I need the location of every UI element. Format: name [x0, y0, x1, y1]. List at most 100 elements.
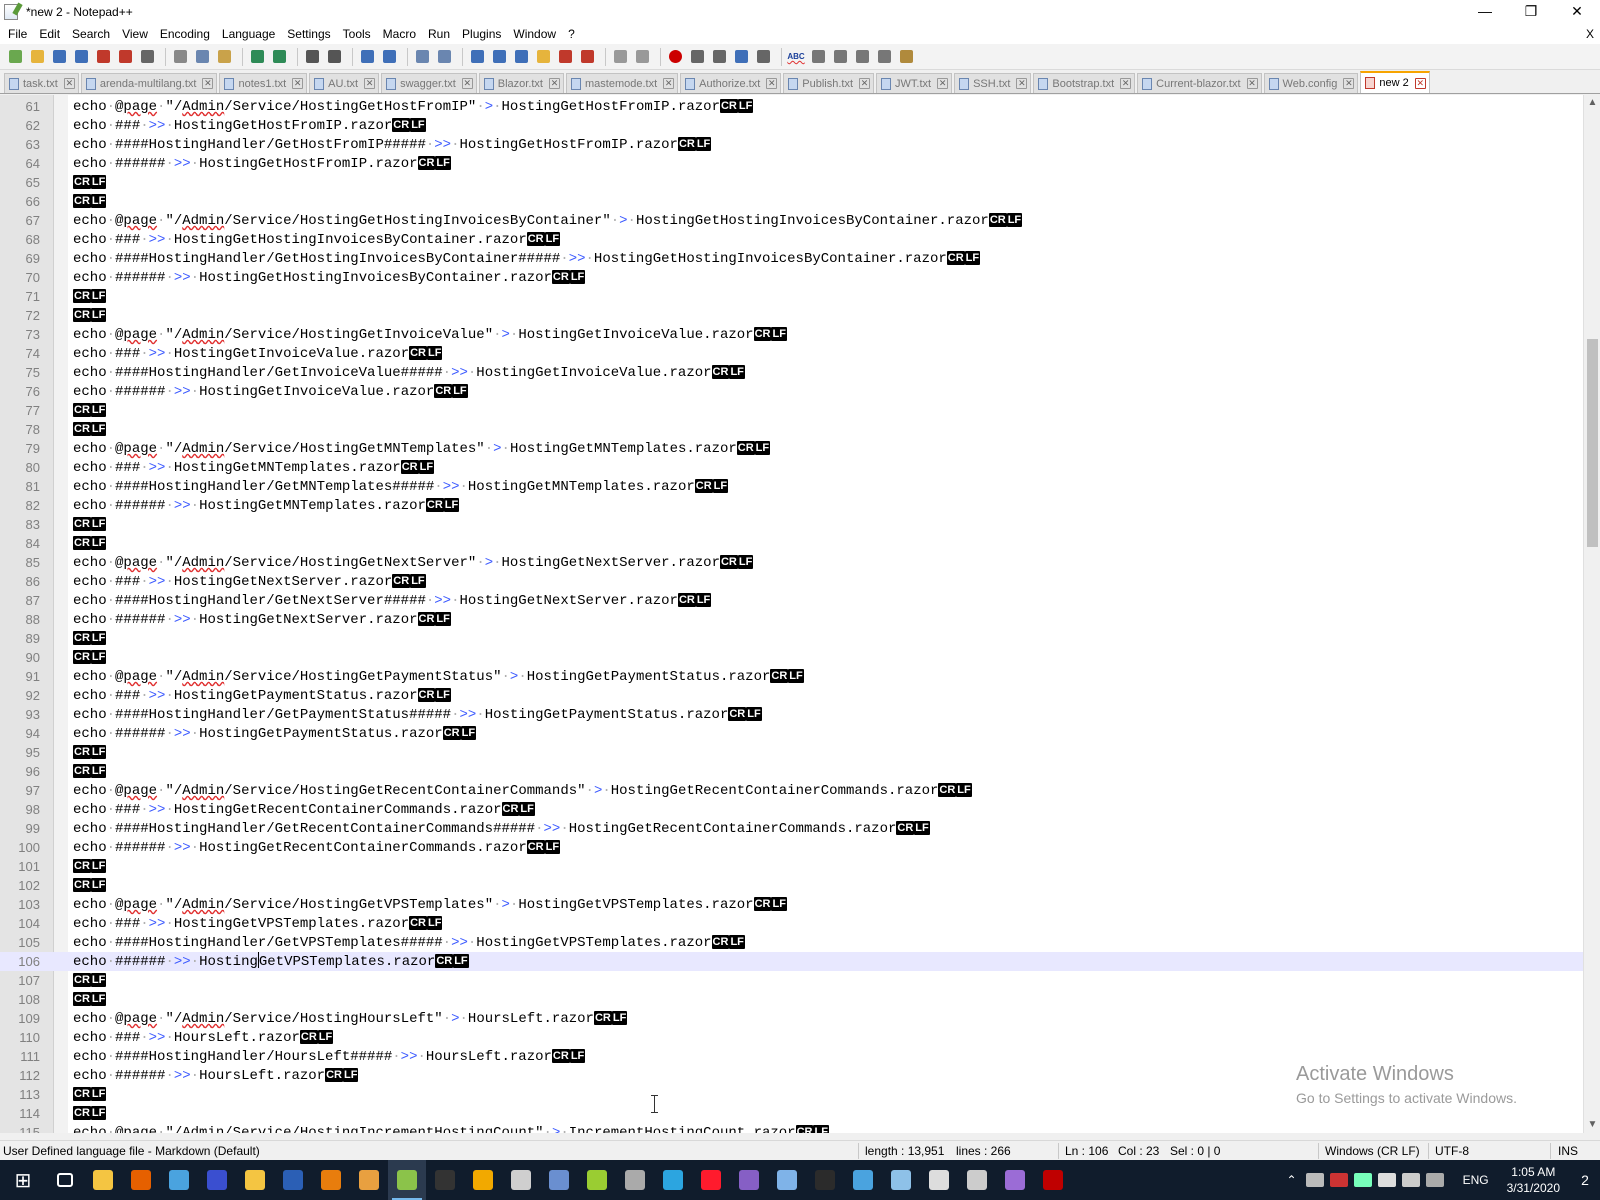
- menu-file[interactable]: File: [2, 24, 33, 44]
- monitoring-icon[interactable]: [633, 48, 651, 66]
- editor-line[interactable]: 94 echo·######·>>·HostingGetPaymentStatus…: [0, 724, 1583, 743]
- editor-line[interactable]: 62 echo·###·>>·HostingGetHostFromIP.razor…: [0, 116, 1583, 135]
- menu-plugins[interactable]: Plugins: [456, 24, 507, 44]
- editor[interactable]: 61 echo·@page·"/Admin/Service/HostingGetH…: [0, 95, 1583, 1133]
- task-view-icon[interactable]: [46, 1160, 84, 1200]
- app-icon[interactable]: [882, 1160, 920, 1200]
- menu-tools[interactable]: Tools: [337, 24, 377, 44]
- editor-line[interactable]: 92 echo·###·>>·HostingGetPaymentStatus.ra…: [0, 686, 1583, 705]
- editor-line[interactable]: 65 CR LF: [0, 173, 1583, 192]
- app-icon[interactable]: [768, 1160, 806, 1200]
- close-tab-icon[interactable]: ✕: [549, 78, 560, 89]
- close-all-icon[interactable]: [116, 48, 134, 66]
- show-all-chars-icon[interactable]: [490, 48, 508, 66]
- vertical-scrollbar[interactable]: ▲ ▼: [1583, 95, 1600, 1133]
- language-indicator[interactable]: ENG: [1463, 1173, 1489, 1187]
- editor-line[interactable]: 79 echo·@page·"/Admin/Service/HostingGetM…: [0, 439, 1583, 458]
- tab-notes1-txt[interactable]: notes1.txt ✕: [219, 73, 308, 93]
- app-icon[interactable]: [578, 1160, 616, 1200]
- tab-task-txt[interactable]: task.txt ✕: [4, 73, 79, 93]
- editor-line[interactable]: 72 CR LF: [0, 306, 1583, 325]
- editor-line[interactable]: 83 CR LF: [0, 515, 1583, 534]
- editor-line[interactable]: 106 echo·######·>>·HostingGetVPSTemplates…: [0, 952, 1583, 971]
- battery-icon[interactable]: [1425, 1173, 1444, 1187]
- tab-au-txt[interactable]: AU.txt ✕: [309, 73, 380, 93]
- editor-line[interactable]: 74 echo·###·>>·HostingGetInvoiceValue.raz…: [0, 344, 1583, 363]
- menu-encoding[interactable]: Encoding: [154, 24, 216, 44]
- print-icon[interactable]: [138, 48, 156, 66]
- maximize-button[interactable]: ❐: [1508, 0, 1554, 24]
- tray-app-icon[interactable]: [1353, 1173, 1372, 1187]
- scrollbar-thumb[interactable]: [1587, 339, 1598, 547]
- menu-settings[interactable]: Settings: [281, 24, 336, 44]
- new-file-icon[interactable]: [6, 48, 24, 66]
- rider-icon[interactable]: [806, 1160, 844, 1200]
- editor-line[interactable]: 98 echo·###·>>·HostingGetRecentContainerC…: [0, 800, 1583, 819]
- notifications-button[interactable]: 2: [1570, 1160, 1600, 1200]
- app-icon[interactable]: [958, 1160, 996, 1200]
- editor-line[interactable]: 107 CR LF: [0, 971, 1583, 990]
- menu-language[interactable]: Language: [216, 24, 281, 44]
- editor-line[interactable]: 88 echo·######·>>·HostingGetNextServer.ra…: [0, 610, 1583, 629]
- editor-line[interactable]: 73 echo·@page·"/Admin/Service/HostingGetI…: [0, 325, 1583, 344]
- editor-line[interactable]: 115 echo·@page·"/Admin/Service/HostingInc…: [0, 1123, 1583, 1133]
- editor-line[interactable]: 97 echo·@page·"/Admin/Service/HostingGetR…: [0, 781, 1583, 800]
- close-tab-icon[interactable]: ✕: [1120, 78, 1132, 89]
- zoom-in-icon[interactable]: [358, 48, 376, 66]
- sync-vertical-icon[interactable]: [413, 48, 431, 66]
- folder-icon[interactable]: [236, 1160, 274, 1200]
- close-tab-icon[interactable]: ✕: [859, 78, 871, 89]
- editor-line[interactable]: 78 CR LF: [0, 420, 1583, 439]
- editor-line[interactable]: 87 echo·####HostingHandler/GetNextServer#…: [0, 591, 1583, 610]
- tab-jwt-txt[interactable]: JWT.txt ✕: [876, 73, 953, 93]
- filezilla-icon[interactable]: [1034, 1160, 1072, 1200]
- editor-line[interactable]: 86 echo·###·>>·HostingGetNextServer.razor…: [0, 572, 1583, 591]
- redo-icon[interactable]: [270, 48, 288, 66]
- terminal-icon[interactable]: [426, 1160, 464, 1200]
- menu-view[interactable]: View: [116, 24, 154, 44]
- editor-line[interactable]: 91 echo·@page·"/Admin/Service/HostingGetP…: [0, 667, 1583, 686]
- file-explorer-icon[interactable]: [84, 1160, 122, 1200]
- close-tab-icon[interactable]: ✕: [1343, 78, 1355, 89]
- editor-line[interactable]: 70 echo·######·>>·HostingGetHostingInvoic…: [0, 268, 1583, 287]
- tab-bootstrap-txt[interactable]: Bootstrap.txt ✕: [1033, 73, 1136, 93]
- undo-icon[interactable]: [248, 48, 266, 66]
- sync-horizontal-icon[interactable]: [435, 48, 453, 66]
- close-tab-icon[interactable]: ✕: [663, 78, 675, 89]
- close-tab-icon[interactable]: ✕: [63, 78, 75, 89]
- photoshop-icon[interactable]: [274, 1160, 312, 1200]
- editor-line[interactable]: 61 echo·@page·"/Admin/Service/HostingGetH…: [0, 97, 1583, 116]
- tab-new-2[interactable]: new 2 ✕: [1360, 71, 1430, 93]
- app-icon[interactable]: [616, 1160, 654, 1200]
- firefox-icon[interactable]: [122, 1160, 160, 1200]
- tab-mastemode-txt[interactable]: mastemode.txt ✕: [566, 73, 679, 93]
- editor-line[interactable]: 67 echo·@page·"/Admin/Service/HostingGetH…: [0, 211, 1583, 230]
- tray-app-icon[interactable]: [1305, 1173, 1324, 1187]
- editor-line[interactable]: 89 CR LF: [0, 629, 1583, 648]
- tray-app-icon[interactable]: [1329, 1173, 1348, 1187]
- spell-check-icon[interactable]: ABC: [787, 48, 805, 66]
- nav-first-icon[interactable]: [809, 48, 827, 66]
- editor-line[interactable]: 101 CR LF: [0, 857, 1583, 876]
- editor-line[interactable]: 69 echo·####HostingHandler/GetHostingInvo…: [0, 249, 1583, 268]
- close-tab-icon[interactable]: ✕: [202, 78, 214, 89]
- opera-icon[interactable]: [692, 1160, 730, 1200]
- app-icon[interactable]: [844, 1160, 882, 1200]
- close-tab-icon[interactable]: ✕: [1016, 78, 1028, 89]
- tab-authorize-txt[interactable]: Authorize.txt ✕: [680, 73, 782, 93]
- editor-line[interactable]: 99 echo·####HostingHandler/GetRecentConta…: [0, 819, 1583, 838]
- app-icon[interactable]: [464, 1160, 502, 1200]
- open-file-icon[interactable]: [28, 48, 46, 66]
- scroll-down-arrow-icon[interactable]: ▼: [1584, 1117, 1600, 1133]
- close-document-button[interactable]: X: [1586, 24, 1594, 44]
- close-tab-icon[interactable]: ✕: [1246, 78, 1258, 89]
- close-icon[interactable]: [94, 48, 112, 66]
- tab-blazor-txt[interactable]: Blazor.txt ✕: [478, 73, 564, 93]
- tab-swagger-txt[interactable]: swagger.txt ✕: [381, 73, 477, 93]
- menu-window[interactable]: Window: [507, 24, 562, 44]
- telegram-icon[interactable]: [654, 1160, 692, 1200]
- zoom-out-icon[interactable]: [380, 48, 398, 66]
- editor-line[interactable]: 85 echo·@page·"/Admin/Service/HostingGetN…: [0, 553, 1583, 572]
- menu-run[interactable]: Run: [422, 24, 456, 44]
- close-tab-icon[interactable]: ✕: [292, 78, 304, 89]
